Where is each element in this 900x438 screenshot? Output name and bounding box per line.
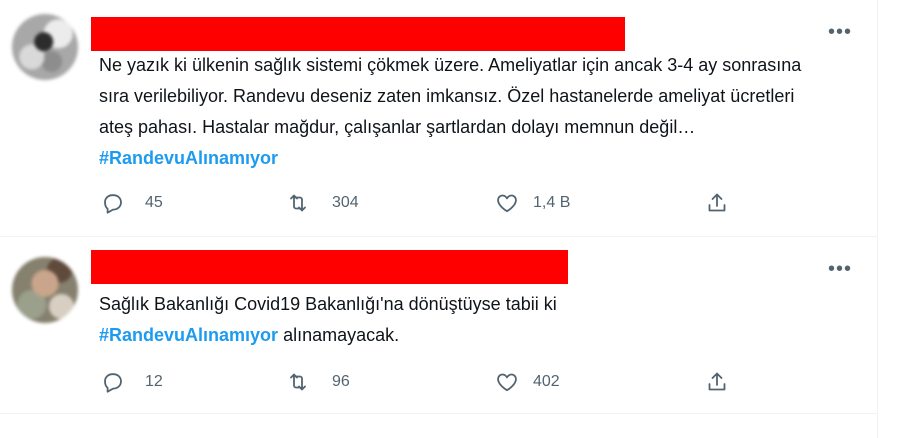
reply-count: 12 xyxy=(145,373,163,390)
retweet-count: 96 xyxy=(332,373,350,390)
tweet-text-body: Ne yazık ki ülkenin sağlık sistemi çökme… xyxy=(99,55,802,137)
reply-button[interactable]: 12 xyxy=(101,366,163,398)
like-icon xyxy=(495,191,519,215)
timeline-border xyxy=(877,0,878,438)
redacted-username xyxy=(91,250,568,284)
share-icon xyxy=(705,370,729,394)
like-count: 402 xyxy=(533,373,560,390)
reply-icon xyxy=(101,191,125,215)
redacted-username xyxy=(91,17,625,51)
tweet[interactable]: ••• Sağlık Bakanlığı Covid19 Bakanlığı'n… xyxy=(0,237,877,414)
retweet-icon xyxy=(286,191,310,215)
like-button[interactable]: 1,4 B xyxy=(495,187,570,219)
tweet-text-body: Sağlık Bakanlığı Covid19 Bakanlığı'na dö… xyxy=(99,294,557,314)
like-count: 1,4 B xyxy=(533,194,571,211)
like-button[interactable]: 402 xyxy=(495,366,560,398)
avatar[interactable] xyxy=(12,14,78,80)
more-horizontal-icon[interactable]: ••• xyxy=(826,259,854,279)
share-button[interactable] xyxy=(705,366,729,398)
tweet-text: Sağlık Bakanlığı Covid19 Bakanlığı'na dö… xyxy=(99,289,819,351)
share-icon xyxy=(705,191,729,215)
reply-button[interactable]: 45 xyxy=(101,187,163,219)
tweet-text: Ne yazık ki ülkenin sağlık sistemi çökme… xyxy=(99,50,819,174)
retweet-button[interactable]: 304 xyxy=(286,187,359,219)
tweet-actions: 12 96 402 xyxy=(91,366,751,398)
hashtag-link[interactable]: #RandevuAlınamıyor xyxy=(99,325,278,345)
retweet-icon xyxy=(286,370,310,394)
tweet[interactable]: ••• Ne yazık ki ülkenin sağlık sistemi ç… xyxy=(0,0,877,237)
more-horizontal-icon[interactable]: ••• xyxy=(826,22,854,42)
tweet-text-tail: alınamayacak. xyxy=(278,325,400,345)
like-icon xyxy=(495,370,519,394)
retweet-button[interactable]: 96 xyxy=(286,366,350,398)
reply-count: 45 xyxy=(145,194,163,211)
share-button[interactable] xyxy=(705,187,729,219)
hashtag-link[interactable]: #RandevuAlınamıyor xyxy=(99,148,278,168)
tweet-actions: 45 304 1,4 B xyxy=(91,187,751,219)
reply-icon xyxy=(101,370,125,394)
retweet-count: 304 xyxy=(332,194,359,211)
avatar[interactable] xyxy=(12,257,78,323)
